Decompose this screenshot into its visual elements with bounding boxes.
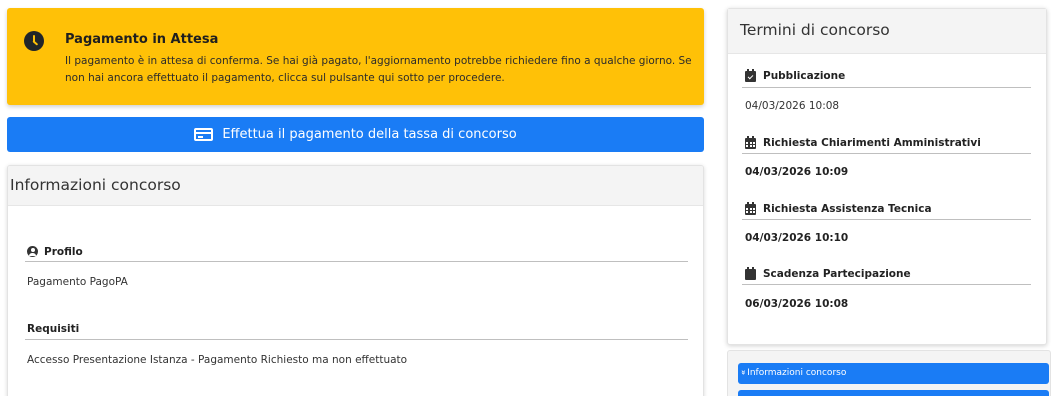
calendar-icon — [745, 135, 756, 149]
nav-button-next[interactable] — [738, 390, 1049, 396]
contest-terms-card: Termini di concorso Pubblicazione 04/03/… — [727, 8, 1047, 345]
user-circle-icon — [27, 246, 38, 257]
pay-fee-button[interactable]: Effettua il pagamento della tassa di con… — [7, 117, 704, 152]
divider — [742, 284, 1031, 285]
requirements-value: Accesso Presentazione Istanza - Pagament… — [27, 354, 408, 366]
clock-icon — [24, 31, 44, 51]
profile-value: Pagamento PagoPA — [27, 276, 128, 288]
term-value-publication: 04/03/2026 10:08 — [745, 100, 840, 112]
term-label-tech-support: Richiesta Assistenza Tecnica — [745, 201, 932, 215]
term-value-admin-clarifications: 04/03/2026 10:09 — [745, 166, 849, 178]
nav-button-contest-info[interactable]: »Informazioni concorso — [738, 363, 1049, 384]
nav-button-label: Informazioni concorso — [747, 368, 847, 378]
divider — [742, 87, 1031, 88]
pending-payment-alert: Pagamento in Attesa Il pagamento è in at… — [7, 8, 704, 105]
divider — [25, 339, 688, 340]
divider — [742, 219, 1031, 220]
profile-label: Profilo — [27, 246, 83, 258]
double-chevron-down-icon: » — [739, 369, 749, 376]
term-value-tech-support: 04/03/2026 10:10 — [745, 232, 849, 244]
alert-title: Pagamento in Attesa — [65, 32, 219, 47]
requirements-label: Requisiti — [27, 323, 80, 335]
term-label-deadline: Scadenza Partecipazione — [745, 266, 911, 280]
contest-info-card: Informazioni concorso Profilo Pagamento … — [7, 165, 704, 396]
divider — [742, 153, 1031, 154]
calendar-icon — [745, 201, 756, 215]
alert-message: Il pagamento è in attesa di conferma. Se… — [65, 55, 692, 84]
divider — [25, 261, 688, 262]
term-label-admin-clarifications: Richiesta Chiarimenti Amministrativi — [745, 135, 981, 149]
credit-card-icon — [194, 128, 214, 141]
contest-terms-title: Termini di concorso — [728, 9, 1046, 54]
term-label-publication: Pubblicazione — [745, 68, 845, 82]
calendar-check-icon — [745, 68, 756, 82]
calendar-solid-icon — [745, 266, 756, 280]
pay-fee-button-label: Effettua il pagamento della tassa di con… — [222, 127, 517, 142]
term-value-deadline: 06/03/2026 10:08 — [745, 298, 849, 310]
contest-info-title: Informazioni concorso — [8, 166, 703, 206]
